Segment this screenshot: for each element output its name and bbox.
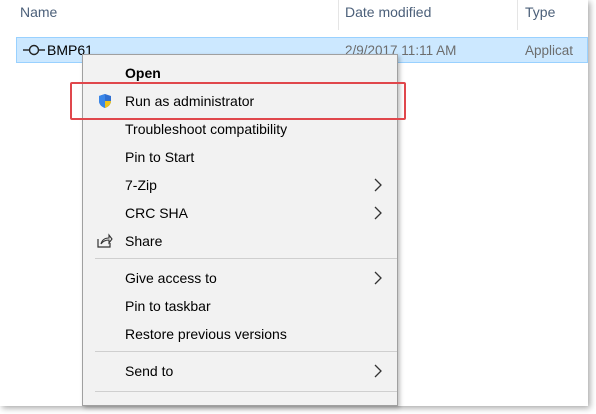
column-divider[interactable] xyxy=(338,0,339,30)
menu-item-pin-to-taskbar[interactable]: Pin to taskbar xyxy=(83,292,397,320)
annotation-highlight-box xyxy=(70,82,406,120)
file-type: Applicat xyxy=(525,43,574,58)
menu-item-give-access-to[interactable]: Give access to xyxy=(83,264,397,292)
menu-item-label: Share xyxy=(125,233,163,249)
menu-item-share[interactable]: Share xyxy=(83,227,397,255)
menu-item-label: Restore previous versions xyxy=(125,326,287,342)
menu-separator xyxy=(95,258,397,259)
menu-item-label: Open xyxy=(125,65,161,81)
menu-item-label: Send to xyxy=(125,363,174,379)
menu-item-label: Pin to taskbar xyxy=(125,298,211,314)
chevron-right-icon xyxy=(373,178,383,192)
column-header-name[interactable]: Name xyxy=(20,4,57,20)
menu-item-label: Pin to Start xyxy=(125,149,195,165)
menu-separator xyxy=(95,391,397,392)
chevron-right-icon xyxy=(373,364,383,378)
menu-item-label: Troubleshoot compatibility xyxy=(125,121,288,137)
chevron-right-icon xyxy=(373,271,383,285)
executable-icon xyxy=(23,43,45,57)
column-header-row: Name ^ Date modified Type xyxy=(0,0,588,30)
sort-caret-icon: ^ xyxy=(171,0,181,5)
column-header-date-modified[interactable]: Date modified xyxy=(345,4,431,20)
menu-item-pin-to-start[interactable]: Pin to Start xyxy=(83,143,397,171)
menu-item-label: 7-Zip xyxy=(125,177,157,193)
column-divider[interactable] xyxy=(517,0,518,30)
menu-item-send-to[interactable]: Send to xyxy=(83,357,397,385)
menu-item-crc-sha[interactable]: CRC SHA xyxy=(83,199,397,227)
chevron-right-icon xyxy=(373,206,383,220)
menu-separator xyxy=(95,351,397,352)
share-icon xyxy=(97,233,113,249)
menu-item-restore-previous-versions[interactable]: Restore previous versions xyxy=(83,320,397,348)
menu-item-label: Give access to xyxy=(125,270,217,286)
menu-item-label: CRC SHA xyxy=(125,205,189,221)
menu-item-7-zip[interactable]: 7-Zip xyxy=(83,171,397,199)
column-header-type[interactable]: Type xyxy=(525,4,555,20)
